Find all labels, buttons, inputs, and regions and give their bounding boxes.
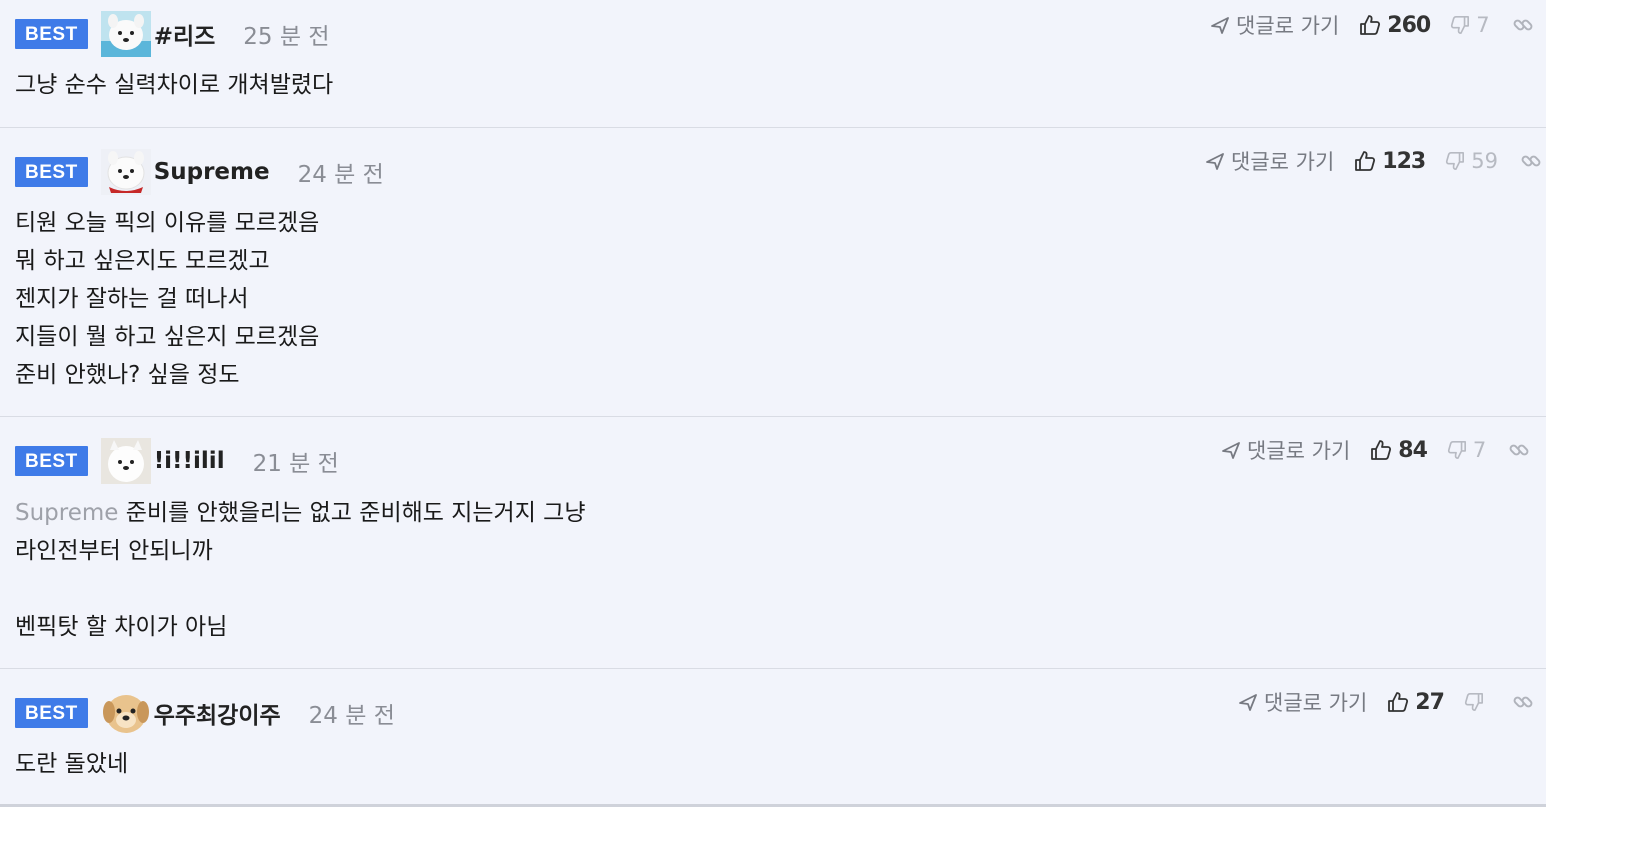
comment-actions: 댓글로 가기 260 7 (1210, 10, 1534, 40)
copy-link-button[interactable] (1512, 14, 1534, 36)
arrow-send-icon (1222, 442, 1240, 459)
comment-line: 티원 오늘 픽의 이유를 모르겠음 (15, 210, 320, 236)
reply-link[interactable]: 댓글로 가기 (1205, 146, 1334, 176)
thumbs-down-icon (1451, 16, 1470, 34)
reply-link[interactable]: 댓글로 가기 (1210, 10, 1339, 40)
copy-link-button[interactable] (1508, 439, 1530, 461)
comment-header: BEST Supreme 24 분 전 (15, 149, 384, 195)
comment-body: 도란 돌았네 (15, 745, 128, 783)
thumbs-down-icon (1446, 152, 1465, 170)
puppy-avatar[interactable] (101, 690, 151, 736)
reply-label: 댓글로 가기 (1236, 14, 1340, 38)
comment-text: 준비를 안했을리는 없고 준비해도 지는거지 그냥 (125, 500, 586, 526)
like-count: 84 (1398, 437, 1428, 463)
mention-link[interactable]: Supreme (15, 500, 118, 526)
reply-label: 댓글로 가기 (1247, 439, 1351, 463)
samoyed-avatar[interactable] (100, 438, 151, 484)
samoyed-avatar[interactable] (100, 11, 151, 57)
timestamp: 25 분 전 (243, 24, 330, 50)
dislike-count: 59 (1471, 149, 1498, 173)
comment-item: BEST Supreme 24 분 전 댓글로 가기 123 59 티원 오늘 … (0, 128, 1546, 417)
best-badge: BEST (15, 157, 88, 187)
comment-list: BEST #리즈 25 분 전 댓글로 가기 260 7 그냥 순수 실력차이로… (0, 0, 1546, 807)
timestamp: 24 분 전 (308, 703, 395, 729)
like-button[interactable]: 260 (1359, 12, 1431, 38)
link-icon (1513, 696, 1533, 708)
dislike-count: 7 (1476, 13, 1490, 37)
comment-item: BEST 우주최강이주 24 분 전 댓글로 가기 27 도란 돌았네 (0, 669, 1546, 807)
comment-line: 준비 안했나? 싶을 정도 (15, 362, 240, 388)
arrow-send-icon (1211, 17, 1229, 34)
comment-body: Supreme 준비를 안했을리는 없고 준비해도 지는거지 그냥 라인전부터 … (15, 494, 586, 646)
comment-body: 그냥 순수 실력차이로 개쳐발렸다 (15, 66, 333, 104)
nickname[interactable]: Supreme (154, 159, 270, 185)
like-count: 123 (1382, 148, 1426, 174)
comment-line: 지들이 뭘 하고 싶은지 모르겠음 (15, 324, 320, 350)
dislike-count: 7 (1472, 438, 1487, 462)
link-icon (1509, 444, 1529, 456)
like-button[interactable]: 123 (1354, 148, 1426, 174)
best-badge: BEST (15, 446, 88, 476)
thumbs-up-icon (1388, 692, 1409, 712)
arrow-send-icon (1239, 694, 1257, 711)
like-count: 27 (1415, 689, 1445, 715)
dislike-button[interactable]: 7 (1450, 13, 1490, 37)
comment-line: 벤픽탓 할 차이가 아님 (15, 614, 228, 640)
link-icon (1513, 19, 1533, 31)
comment-header: BEST 우주최강이주 24 분 전 (15, 691, 395, 735)
comment-header: BEST #리즈 25 분 전 (15, 11, 330, 57)
arrow-send-icon (1206, 153, 1224, 170)
like-button[interactable]: 27 (1387, 689, 1445, 715)
samoyed-avatar[interactable] (100, 149, 151, 195)
comment-item: BEST !i!!ilil 21 분 전 댓글로 가기 84 7 Supreme… (0, 417, 1546, 669)
comment-actions: 댓글로 가기 84 7 (1221, 435, 1530, 465)
thumbs-down-icon (1464, 693, 1483, 711)
thumbs-down-icon (1447, 441, 1466, 459)
like-button[interactable]: 84 (1370, 437, 1428, 463)
comment-item: BEST #리즈 25 분 전 댓글로 가기 260 7 그냥 순수 실력차이로… (0, 0, 1546, 128)
timestamp: 24 분 전 (297, 162, 384, 188)
thumbs-up-icon (1355, 151, 1376, 171)
comment-actions: 댓글로 가기 123 59 (1205, 146, 1542, 176)
timestamp: 21 분 전 (252, 451, 339, 477)
dislike-button[interactable] (1464, 692, 1490, 712)
like-count: 260 (1387, 12, 1431, 38)
comment-header: BEST !i!!ilil 21 분 전 (15, 438, 339, 484)
comment-line: 젠지가 잘하는 걸 떠나서 (15, 286, 249, 312)
copy-link-button[interactable] (1512, 691, 1534, 713)
thumbs-up-icon (1371, 440, 1392, 460)
comment-line: 도란 돌았네 (15, 751, 129, 777)
dislike-button[interactable]: 7 (1447, 438, 1486, 462)
reply-link[interactable]: 댓글로 가기 (1221, 435, 1350, 465)
comment-line: Supreme 준비를 안했을리는 없고 준비해도 지는거지 그냥 (15, 494, 586, 532)
reply-link[interactable]: 댓글로 가기 (1238, 687, 1367, 717)
dislike-button[interactable]: 59 (1445, 149, 1498, 173)
link-icon (1521, 155, 1541, 167)
comment-actions: 댓글로 가기 27 (1238, 687, 1534, 717)
comment-line: 뭐 하고 싶은지도 모르겠고 (15, 248, 270, 274)
best-badge: BEST (15, 698, 88, 728)
copy-link-button[interactable] (1520, 150, 1542, 172)
comment-line (15, 570, 586, 608)
nickname[interactable]: !i!!ilil (154, 448, 225, 474)
thumbs-up-icon (1360, 15, 1381, 35)
nickname[interactable]: 우주최강이주 (154, 696, 281, 730)
comment-line: 라인전부터 안되니까 (15, 538, 213, 564)
nickname[interactable]: #리즈 (154, 17, 216, 51)
reply-label: 댓글로 가기 (1264, 691, 1368, 715)
reply-label: 댓글로 가기 (1231, 150, 1335, 174)
comment-line: 그냥 순수 실력차이로 개쳐발렸다 (15, 72, 334, 98)
comment-body: 티원 오늘 픽의 이유를 모르겠음 뭐 하고 싶은지도 모르겠고 젠지가 잘하는… (15, 204, 319, 394)
best-badge: BEST (15, 19, 88, 49)
